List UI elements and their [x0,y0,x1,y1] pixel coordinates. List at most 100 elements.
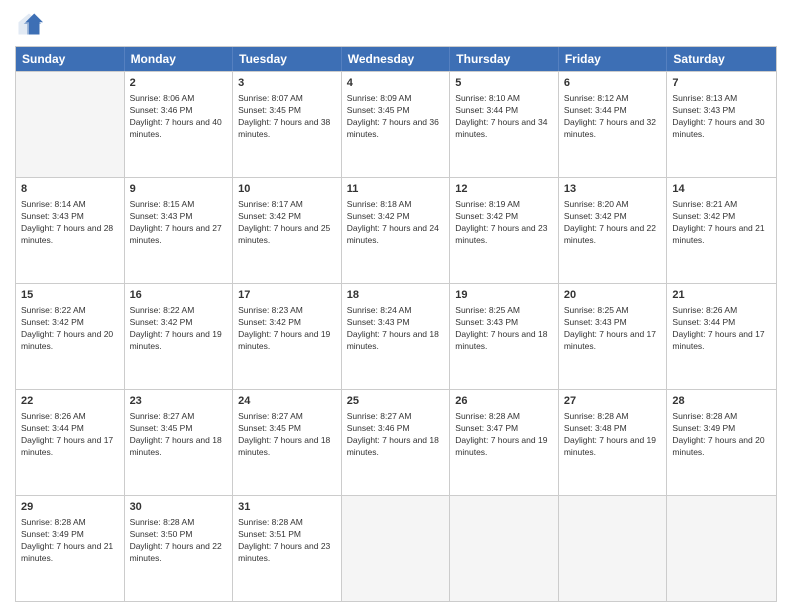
day-number: 18 [347,288,445,303]
day-number: 13 [564,182,662,197]
calendar-cell: 13 Sunrise: 8:20 AMSunset: 3:42 PMDaylig… [559,178,668,283]
header-saturday: Saturday [667,47,776,71]
calendar-cell: 5 Sunrise: 8:10 AMSunset: 3:44 PMDayligh… [450,72,559,177]
day-info: Sunrise: 8:18 AMSunset: 3:42 PMDaylight:… [347,199,439,245]
day-info: Sunrise: 8:28 AMSunset: 3:49 PMDaylight:… [21,517,113,563]
day-number: 29 [21,500,119,515]
calendar-cell: 15 Sunrise: 8:22 AMSunset: 3:42 PMDaylig… [16,284,125,389]
calendar-page: Sunday Monday Tuesday Wednesday Thursday… [0,0,792,612]
calendar-header: Sunday Monday Tuesday Wednesday Thursday… [16,47,776,71]
day-number: 31 [238,500,336,515]
day-number: 22 [21,394,119,409]
day-info: Sunrise: 8:28 AMSunset: 3:47 PMDaylight:… [455,411,547,457]
calendar-body: 2 Sunrise: 8:06 AMSunset: 3:46 PMDayligh… [16,71,776,601]
day-info: Sunrise: 8:27 AMSunset: 3:45 PMDaylight:… [130,411,222,457]
day-number: 28 [672,394,771,409]
day-number: 17 [238,288,336,303]
calendar-cell: 8 Sunrise: 8:14 AMSunset: 3:43 PMDayligh… [16,178,125,283]
day-info: Sunrise: 8:28 AMSunset: 3:50 PMDaylight:… [130,517,222,563]
calendar-cell: 6 Sunrise: 8:12 AMSunset: 3:44 PMDayligh… [559,72,668,177]
calendar-cell: 21 Sunrise: 8:26 AMSunset: 3:44 PMDaylig… [667,284,776,389]
logo-icon [15,10,43,38]
calendar-row-5: 29 Sunrise: 8:28 AMSunset: 3:49 PMDaylig… [16,495,776,601]
calendar-cell: 11 Sunrise: 8:18 AMSunset: 3:42 PMDaylig… [342,178,451,283]
day-number: 23 [130,394,228,409]
day-info: Sunrise: 8:12 AMSunset: 3:44 PMDaylight:… [564,93,656,139]
calendar-cell: 12 Sunrise: 8:19 AMSunset: 3:42 PMDaylig… [450,178,559,283]
day-info: Sunrise: 8:14 AMSunset: 3:43 PMDaylight:… [21,199,113,245]
calendar-cell: 2 Sunrise: 8:06 AMSunset: 3:46 PMDayligh… [125,72,234,177]
calendar-cell: 4 Sunrise: 8:09 AMSunset: 3:45 PMDayligh… [342,72,451,177]
calendar: Sunday Monday Tuesday Wednesday Thursday… [15,46,777,602]
logo [15,10,47,38]
header-thursday: Thursday [450,47,559,71]
day-number: 26 [455,394,553,409]
day-info: Sunrise: 8:09 AMSunset: 3:45 PMDaylight:… [347,93,439,139]
day-info: Sunrise: 8:26 AMSunset: 3:44 PMDaylight:… [672,305,764,351]
day-number: 4 [347,76,445,91]
day-info: Sunrise: 8:26 AMSunset: 3:44 PMDaylight:… [21,411,113,457]
header-monday: Monday [125,47,234,71]
calendar-cell: 25 Sunrise: 8:27 AMSunset: 3:46 PMDaylig… [342,390,451,495]
calendar-cell: 24 Sunrise: 8:27 AMSunset: 3:45 PMDaylig… [233,390,342,495]
day-number: 27 [564,394,662,409]
calendar-row-1: 2 Sunrise: 8:06 AMSunset: 3:46 PMDayligh… [16,71,776,177]
calendar-cell: 26 Sunrise: 8:28 AMSunset: 3:47 PMDaylig… [450,390,559,495]
day-number: 15 [21,288,119,303]
calendar-row-2: 8 Sunrise: 8:14 AMSunset: 3:43 PMDayligh… [16,177,776,283]
day-number: 25 [347,394,445,409]
day-info: Sunrise: 8:21 AMSunset: 3:42 PMDaylight:… [672,199,764,245]
calendar-cell: 9 Sunrise: 8:15 AMSunset: 3:43 PMDayligh… [125,178,234,283]
calendar-cell: 28 Sunrise: 8:28 AMSunset: 3:49 PMDaylig… [667,390,776,495]
day-info: Sunrise: 8:27 AMSunset: 3:45 PMDaylight:… [238,411,330,457]
calendar-cell: 10 Sunrise: 8:17 AMSunset: 3:42 PMDaylig… [233,178,342,283]
calendar-cell: 16 Sunrise: 8:22 AMSunset: 3:42 PMDaylig… [125,284,234,389]
calendar-cell [450,496,559,601]
calendar-cell: 29 Sunrise: 8:28 AMSunset: 3:49 PMDaylig… [16,496,125,601]
page-header [15,10,777,38]
day-info: Sunrise: 8:23 AMSunset: 3:42 PMDaylight:… [238,305,330,351]
day-info: Sunrise: 8:28 AMSunset: 3:48 PMDaylight:… [564,411,656,457]
day-number: 6 [564,76,662,91]
calendar-row-3: 15 Sunrise: 8:22 AMSunset: 3:42 PMDaylig… [16,283,776,389]
day-info: Sunrise: 8:15 AMSunset: 3:43 PMDaylight:… [130,199,222,245]
day-number: 24 [238,394,336,409]
calendar-row-4: 22 Sunrise: 8:26 AMSunset: 3:44 PMDaylig… [16,389,776,495]
day-number: 5 [455,76,553,91]
day-number: 30 [130,500,228,515]
calendar-cell [559,496,668,601]
calendar-cell: 3 Sunrise: 8:07 AMSunset: 3:45 PMDayligh… [233,72,342,177]
calendar-cell [342,496,451,601]
day-info: Sunrise: 8:22 AMSunset: 3:42 PMDaylight:… [21,305,113,351]
calendar-cell: 20 Sunrise: 8:25 AMSunset: 3:43 PMDaylig… [559,284,668,389]
day-number: 12 [455,182,553,197]
day-number: 14 [672,182,771,197]
day-info: Sunrise: 8:13 AMSunset: 3:43 PMDaylight:… [672,93,764,139]
header-friday: Friday [559,47,668,71]
day-number: 7 [672,76,771,91]
header-tuesday: Tuesday [233,47,342,71]
header-wednesday: Wednesday [342,47,451,71]
day-info: Sunrise: 8:28 AMSunset: 3:51 PMDaylight:… [238,517,330,563]
day-number: 8 [21,182,119,197]
day-info: Sunrise: 8:25 AMSunset: 3:43 PMDaylight:… [564,305,656,351]
day-info: Sunrise: 8:20 AMSunset: 3:42 PMDaylight:… [564,199,656,245]
header-sunday: Sunday [16,47,125,71]
day-number: 10 [238,182,336,197]
day-number: 3 [238,76,336,91]
calendar-cell: 23 Sunrise: 8:27 AMSunset: 3:45 PMDaylig… [125,390,234,495]
day-info: Sunrise: 8:06 AMSunset: 3:46 PMDaylight:… [130,93,222,139]
calendar-cell: 7 Sunrise: 8:13 AMSunset: 3:43 PMDayligh… [667,72,776,177]
day-info: Sunrise: 8:07 AMSunset: 3:45 PMDaylight:… [238,93,330,139]
day-info: Sunrise: 8:22 AMSunset: 3:42 PMDaylight:… [130,305,222,351]
day-number: 11 [347,182,445,197]
calendar-cell: 30 Sunrise: 8:28 AMSunset: 3:50 PMDaylig… [125,496,234,601]
day-number: 21 [672,288,771,303]
calendar-cell: 17 Sunrise: 8:23 AMSunset: 3:42 PMDaylig… [233,284,342,389]
calendar-cell: 14 Sunrise: 8:21 AMSunset: 3:42 PMDaylig… [667,178,776,283]
calendar-cell: 18 Sunrise: 8:24 AMSunset: 3:43 PMDaylig… [342,284,451,389]
calendar-cell: 19 Sunrise: 8:25 AMSunset: 3:43 PMDaylig… [450,284,559,389]
day-info: Sunrise: 8:25 AMSunset: 3:43 PMDaylight:… [455,305,547,351]
day-info: Sunrise: 8:10 AMSunset: 3:44 PMDaylight:… [455,93,547,139]
day-info: Sunrise: 8:19 AMSunset: 3:42 PMDaylight:… [455,199,547,245]
